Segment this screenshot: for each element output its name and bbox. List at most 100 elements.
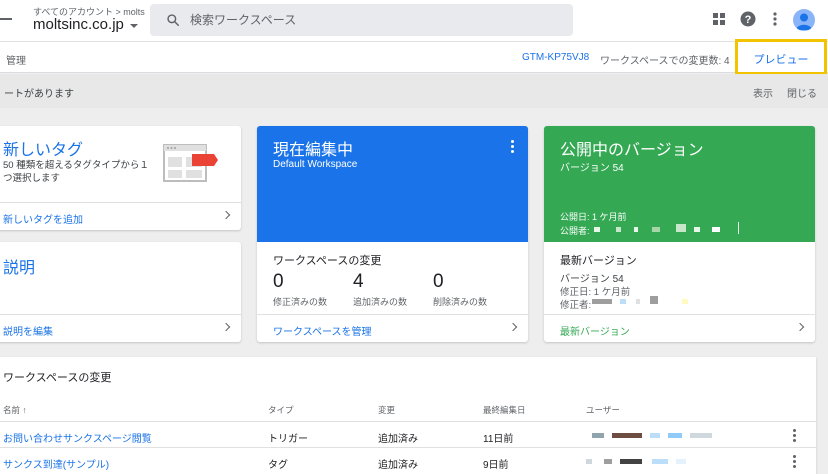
search-input[interactable]	[190, 10, 550, 30]
account-icon	[796, 13, 812, 30]
modified-stat: 0 修正済みの数	[273, 271, 353, 308]
container-id-link[interactable]: GTM-KP75VJ8	[522, 52, 589, 63]
latest-modified-date: 修正日: 1 ケ月前	[560, 287, 631, 298]
modified-label: 修正済みの数	[273, 297, 328, 307]
redacted-pixel	[650, 433, 660, 438]
row-more-vert-icon[interactable]	[793, 455, 796, 468]
latest-version-link[interactable]: 最新バージョン	[544, 314, 815, 342]
added-label: 追加済みの数	[353, 297, 408, 307]
chevron-right-icon	[221, 210, 231, 220]
redacted-pixel	[652, 459, 668, 464]
redacted-pixel	[690, 433, 712, 438]
notice-show-button[interactable]: 表示	[753, 85, 773, 100]
published-date: 公開日: 1 ケ月前	[560, 212, 627, 222]
redacted-pixel	[676, 224, 686, 232]
redacted-pixel	[592, 299, 612, 304]
redacted-pixel	[620, 299, 626, 304]
workspace-changes-heading: ワークスペースの変更	[273, 255, 382, 267]
row-type: タグ	[268, 460, 288, 471]
redacted-pixel	[694, 227, 700, 232]
published-by-label: 公開者:	[560, 226, 590, 236]
table-row[interactable]: サンクス到達(サンプル) タグ 追加済み 9日前	[0, 447, 816, 473]
row-change: 追加済み	[378, 460, 418, 471]
help-icon[interactable]: ?	[740, 11, 756, 27]
redacted-pixel	[620, 459, 642, 464]
add-new-tag-label: 新しいタグを追加	[3, 215, 83, 226]
menu-icon[interactable]	[0, 18, 12, 20]
svg-text:?: ?	[745, 14, 752, 26]
column-header-last-edited[interactable]: 最終編集日	[483, 404, 526, 416]
redacted-pixel	[586, 459, 592, 464]
redacted-pixel	[594, 227, 600, 232]
row-name-link[interactable]: サンクス到達(サンプル)	[3, 456, 109, 471]
column-header-type[interactable]: タイプ	[268, 404, 294, 416]
new-tag-title[interactable]: 新しいタグ	[3, 136, 83, 160]
table-title: ワークスペースの変更	[3, 372, 112, 384]
notice-text: ートがあります	[4, 89, 74, 100]
chevron-down-icon[interactable]	[130, 24, 138, 28]
latest-modified-by: 修正者:	[560, 300, 592, 311]
redacted-pixel	[636, 299, 640, 304]
tab-admin[interactable]: 管理	[6, 52, 26, 67]
added-count: 4	[353, 271, 364, 292]
preview-button[interactable]: プレビュー	[735, 39, 827, 75]
edit-description-link[interactable]: 説明を編集	[0, 314, 241, 342]
row-name-link[interactable]: お問い合わせサンクスページ閲覧	[3, 430, 152, 445]
redacted-pixel	[738, 222, 739, 234]
workspace-name[interactable]: Default Workspace	[273, 159, 357, 170]
manage-workspaces-link[interactable]: ワークスペースを管理	[257, 314, 528, 342]
current-workspace-card: 現在編集中 Default Workspace ワークスペースの変更 0 修正済…	[257, 126, 528, 342]
column-header-change[interactable]: 変更	[378, 404, 395, 416]
row-change: 追加済み	[378, 434, 418, 445]
preview-button-label: プレビュー	[753, 54, 809, 66]
notice-close-button[interactable]: 閉じる	[787, 85, 817, 100]
redacted-pixel	[682, 299, 688, 304]
added-stat: 4 追加済みの数	[353, 271, 433, 308]
redacted-pixel	[650, 296, 658, 304]
redacted-pixel	[612, 433, 642, 438]
chevron-right-icon	[508, 322, 518, 332]
redacted-pixel	[712, 227, 720, 232]
new-tag-description: 50 種類を超えるタグタイプから１つ選択します	[3, 160, 149, 184]
deleted-label: 削除済みの数	[433, 297, 488, 307]
redacted-pixel	[616, 227, 621, 232]
latest-version-label: 最新バージョン	[560, 327, 630, 338]
redacted-pixel	[668, 433, 682, 438]
deleted-count: 0	[433, 271, 444, 292]
row-type: トリガー	[268, 434, 308, 445]
row-more-vert-icon[interactable]	[793, 429, 796, 442]
new-tag-card[interactable]: 新しいタグ 50 種類を超えるタグタイプから１つ選択します 新しいタグを追加	[0, 126, 241, 230]
more-vert-icon[interactable]	[767, 11, 783, 27]
description-title: 説明	[3, 260, 36, 277]
published-version-title: 公開中のバージョン	[560, 142, 704, 159]
more-vert-icon[interactable]	[511, 140, 514, 153]
avatar[interactable]	[793, 9, 815, 31]
row-edited: 11日前	[483, 434, 514, 445]
container-selector[interactable]: moltsinc.co.jp	[33, 16, 124, 33]
search-bar[interactable]	[150, 4, 573, 36]
top-app-bar: すべてのアカウント > molts moltsinc.co.jp ?	[0, 0, 828, 41]
modified-count: 0	[273, 271, 284, 292]
redacted-pixel	[634, 227, 638, 232]
column-header-name[interactable]: 名前 ↑	[3, 404, 27, 416]
current-workspace-title: 現在編集中	[273, 142, 354, 159]
add-new-tag-link[interactable]: 新しいタグを追加	[0, 202, 241, 230]
manage-workspaces-label: ワークスペースを管理	[273, 327, 372, 338]
row-edited: 9日前	[483, 460, 509, 471]
workspace-changes-count: ワークスペースでの変更数: 4	[600, 56, 730, 67]
edit-description-label: 説明を編集	[3, 327, 53, 338]
column-header-user[interactable]: ユーザー	[586, 404, 620, 416]
latest-version-number: バージョン 54	[560, 274, 624, 285]
latest-version-heading: 最新バージョン	[560, 255, 637, 267]
chevron-right-icon	[795, 322, 805, 332]
published-version-card: 公開中のバージョン バージョン 54 公開日: 1 ケ月前 公開者: 最新バージ…	[544, 126, 815, 342]
deleted-stat: 0 削除済みの数	[433, 271, 513, 308]
description-card: 説明 説明を編集	[0, 242, 241, 342]
apps-grid-icon[interactable]	[711, 11, 727, 27]
table-row[interactable]: お問い合わせサンクスページ閲覧 トリガー 追加済み 11日前	[0, 421, 816, 447]
search-icon	[167, 14, 179, 26]
redacted-pixel	[592, 433, 604, 438]
workspace-subbar: 管理 GTM-KP75VJ8 ワークスペースでの変更数: 4 プレビュー	[0, 39, 828, 75]
tag-illustration-icon	[163, 144, 218, 182]
redacted-pixel	[676, 459, 686, 464]
